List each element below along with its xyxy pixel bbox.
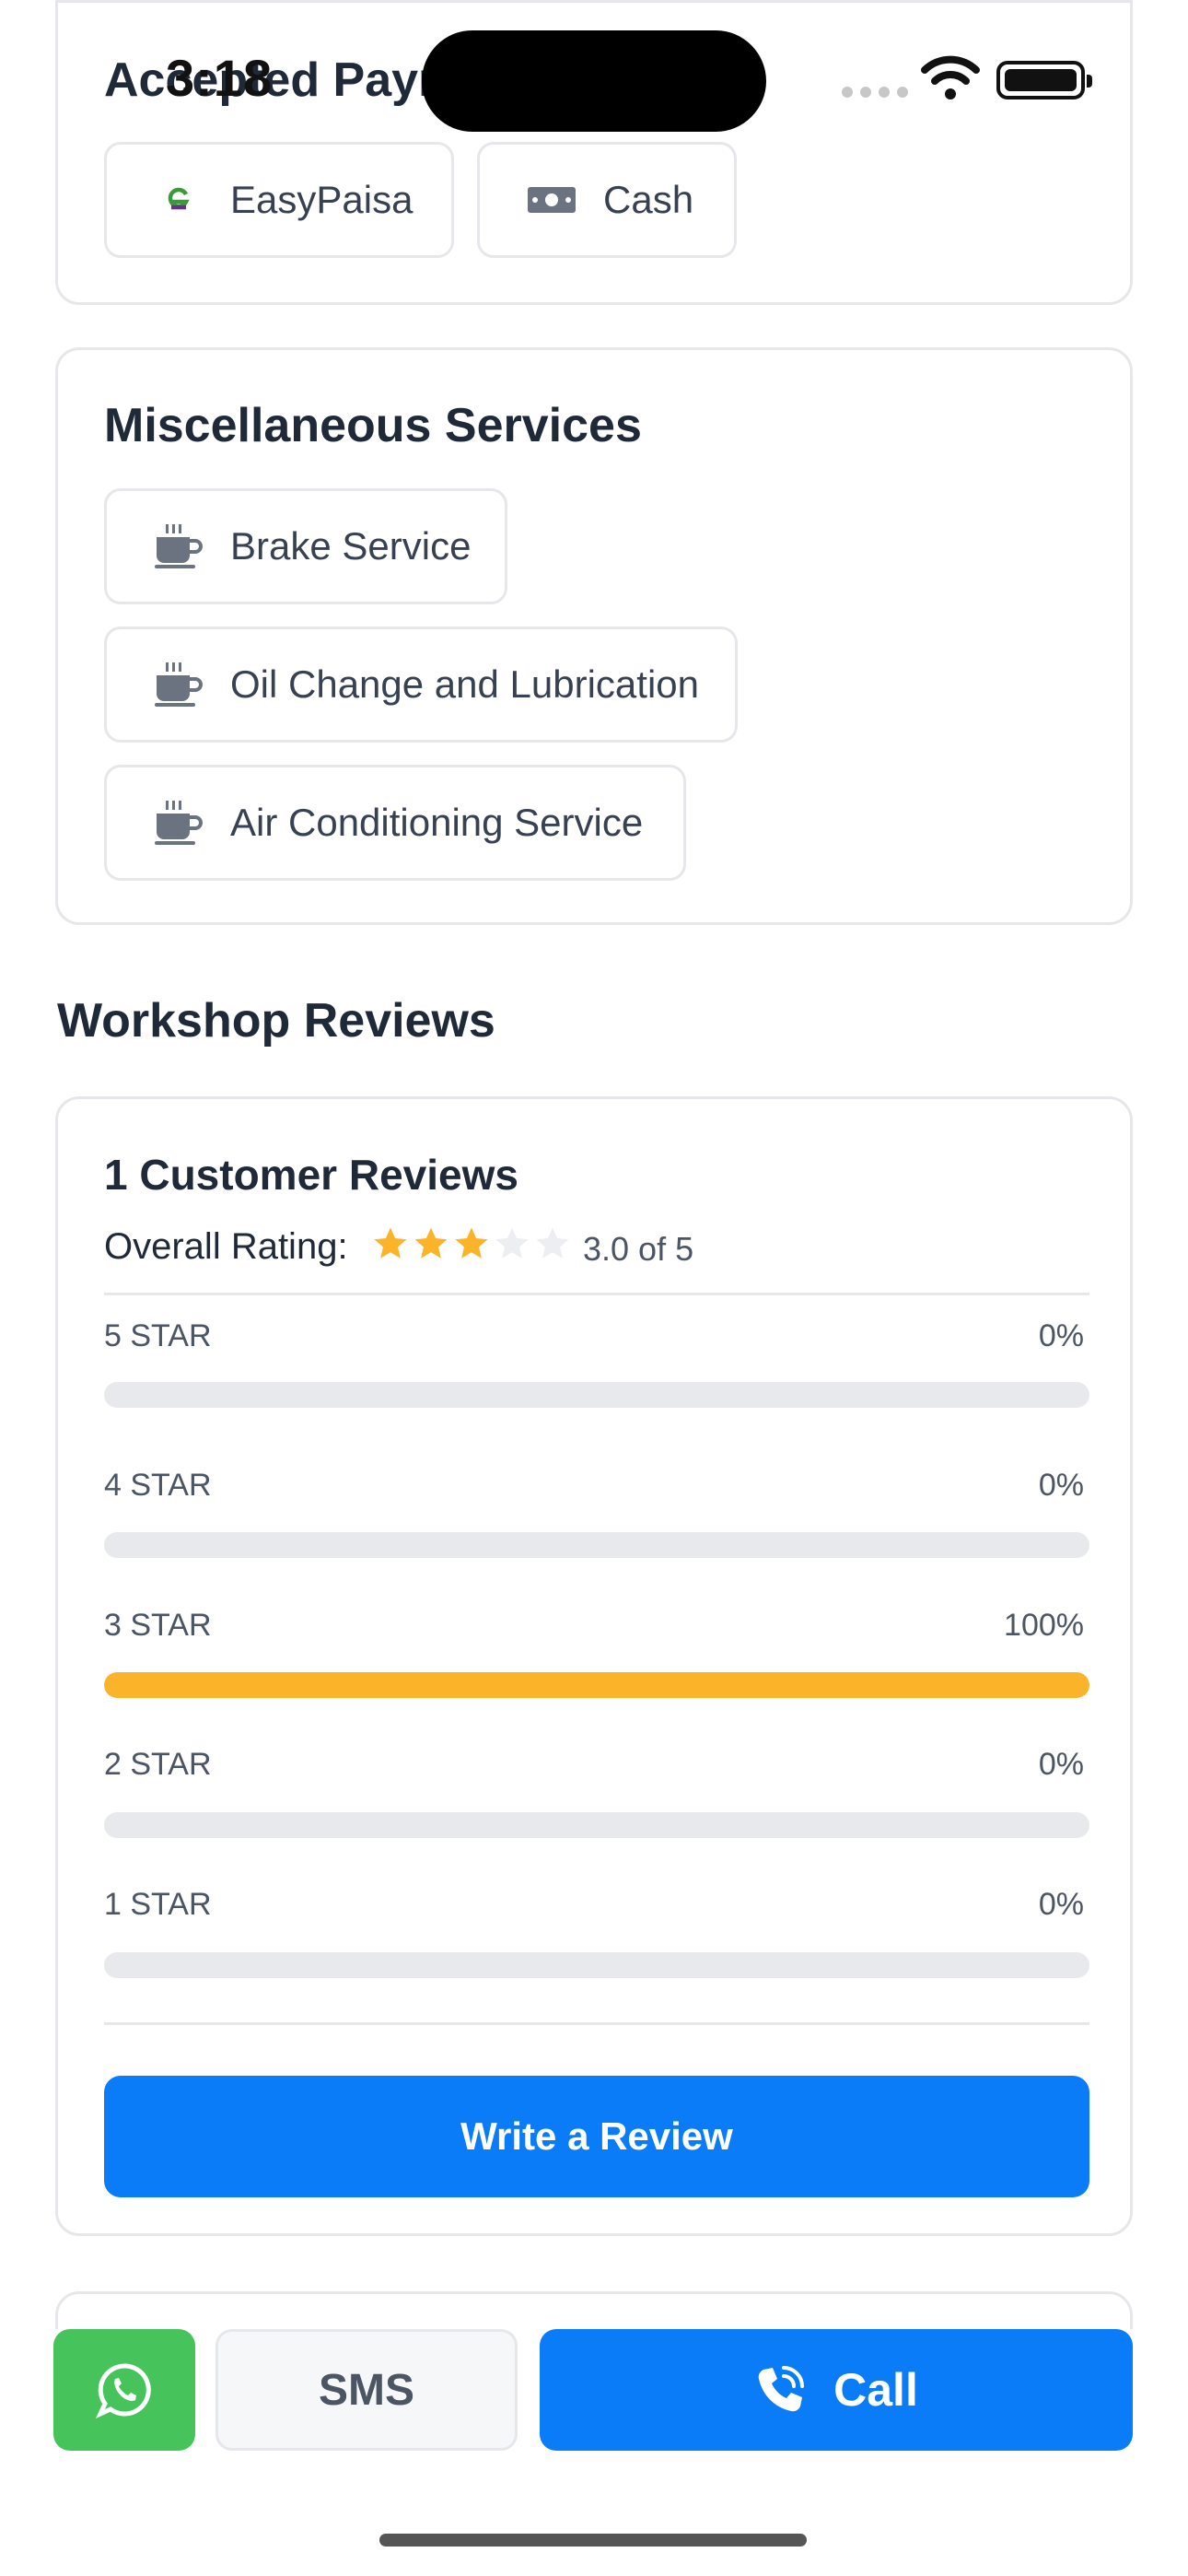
payment-label: Cash xyxy=(603,178,694,221)
phone-call-icon xyxy=(758,2366,805,2412)
rating-row-percent: 0% xyxy=(1038,1468,1084,1503)
star-filled-icon xyxy=(414,1227,448,1259)
rating-bar-fill xyxy=(104,1672,1089,1698)
sms-button[interactable]: SMS xyxy=(215,2329,518,2451)
rating-stars xyxy=(371,1224,572,1263)
misc-services-title: Miscellaneous Services xyxy=(104,399,642,452)
rating-row-percent: 100% xyxy=(1004,1608,1084,1643)
banknote-icon xyxy=(526,174,577,226)
battery-icon xyxy=(996,61,1092,100)
divider xyxy=(104,1293,1089,1295)
service-label: Brake Service xyxy=(230,524,472,568)
payment-label: EasyPaisa xyxy=(230,178,413,221)
misc-services-card: Miscellaneous Services Brake Service Oil… xyxy=(55,347,1133,925)
rating-row-label: 5 STAR xyxy=(104,1318,212,1353)
reviews-count-title: 1 Customer Reviews xyxy=(104,1151,518,1199)
write-review-button[interactable]: Write a Review xyxy=(104,2076,1089,2197)
rating-bar-track xyxy=(104,1952,1089,1978)
dynamic-island xyxy=(422,30,766,132)
coffee-cup-icon xyxy=(153,521,204,572)
reviews-card: 1 Customer Reviews Overall Rating: 3.0 o… xyxy=(55,1096,1133,2236)
coffee-cup-icon xyxy=(153,659,204,710)
rating-row-percent: 0% xyxy=(1038,1747,1084,1782)
call-label: Call xyxy=(833,2364,918,2416)
overall-rating-label: Overall Rating: xyxy=(104,1226,348,1267)
call-button[interactable]: Call xyxy=(540,2329,1133,2451)
easypaisa-logo-icon xyxy=(153,174,204,226)
reviews-section-title: Workshop Reviews xyxy=(57,994,495,1048)
service-label: Air Conditioning Service xyxy=(230,801,644,844)
divider xyxy=(104,2022,1089,2025)
service-air-conditioning[interactable]: Air Conditioning Service xyxy=(104,765,686,881)
star-empty-icon xyxy=(536,1227,569,1259)
service-oil-change[interactable]: Oil Change and Lubrication xyxy=(104,626,738,743)
service-brake[interactable]: Brake Service xyxy=(104,488,507,604)
star-empty-icon xyxy=(495,1227,529,1259)
wifi-icon xyxy=(921,55,980,100)
payment-cash[interactable]: Cash xyxy=(477,142,737,258)
cellular-signal-icon xyxy=(842,87,908,98)
star-filled-icon xyxy=(455,1227,488,1259)
rating-row-label: 1 STAR xyxy=(104,1887,212,1922)
status-time: 3:18 xyxy=(166,49,274,107)
rating-row-label: 3 STAR xyxy=(104,1608,212,1643)
rating-bar-track xyxy=(104,1812,1089,1838)
rating-bar-track xyxy=(104,1532,1089,1558)
service-label: Oil Change and Lubrication xyxy=(230,662,700,706)
whatsapp-icon xyxy=(95,2363,151,2419)
star-filled-icon xyxy=(374,1227,407,1259)
payment-easypaisa[interactable]: EasyPaisa xyxy=(104,142,454,258)
whatsapp-button[interactable] xyxy=(53,2329,195,2451)
screen: Accepted Payments EasyPaisa Cash 3:18 Mi… xyxy=(0,0,1188,2576)
rating-bar-track xyxy=(104,1382,1089,1408)
rating-row-label: 2 STAR xyxy=(104,1747,212,1782)
coffee-cup-icon xyxy=(153,797,204,849)
rating-bar-track xyxy=(104,1672,1089,1698)
rating-row-percent: 0% xyxy=(1038,1318,1084,1353)
rating-value-text: 3.0 of 5 xyxy=(583,1230,694,1268)
rating-row-percent: 0% xyxy=(1038,1887,1084,1922)
rating-row-label: 4 STAR xyxy=(104,1468,212,1503)
home-indicator xyxy=(379,2534,807,2547)
